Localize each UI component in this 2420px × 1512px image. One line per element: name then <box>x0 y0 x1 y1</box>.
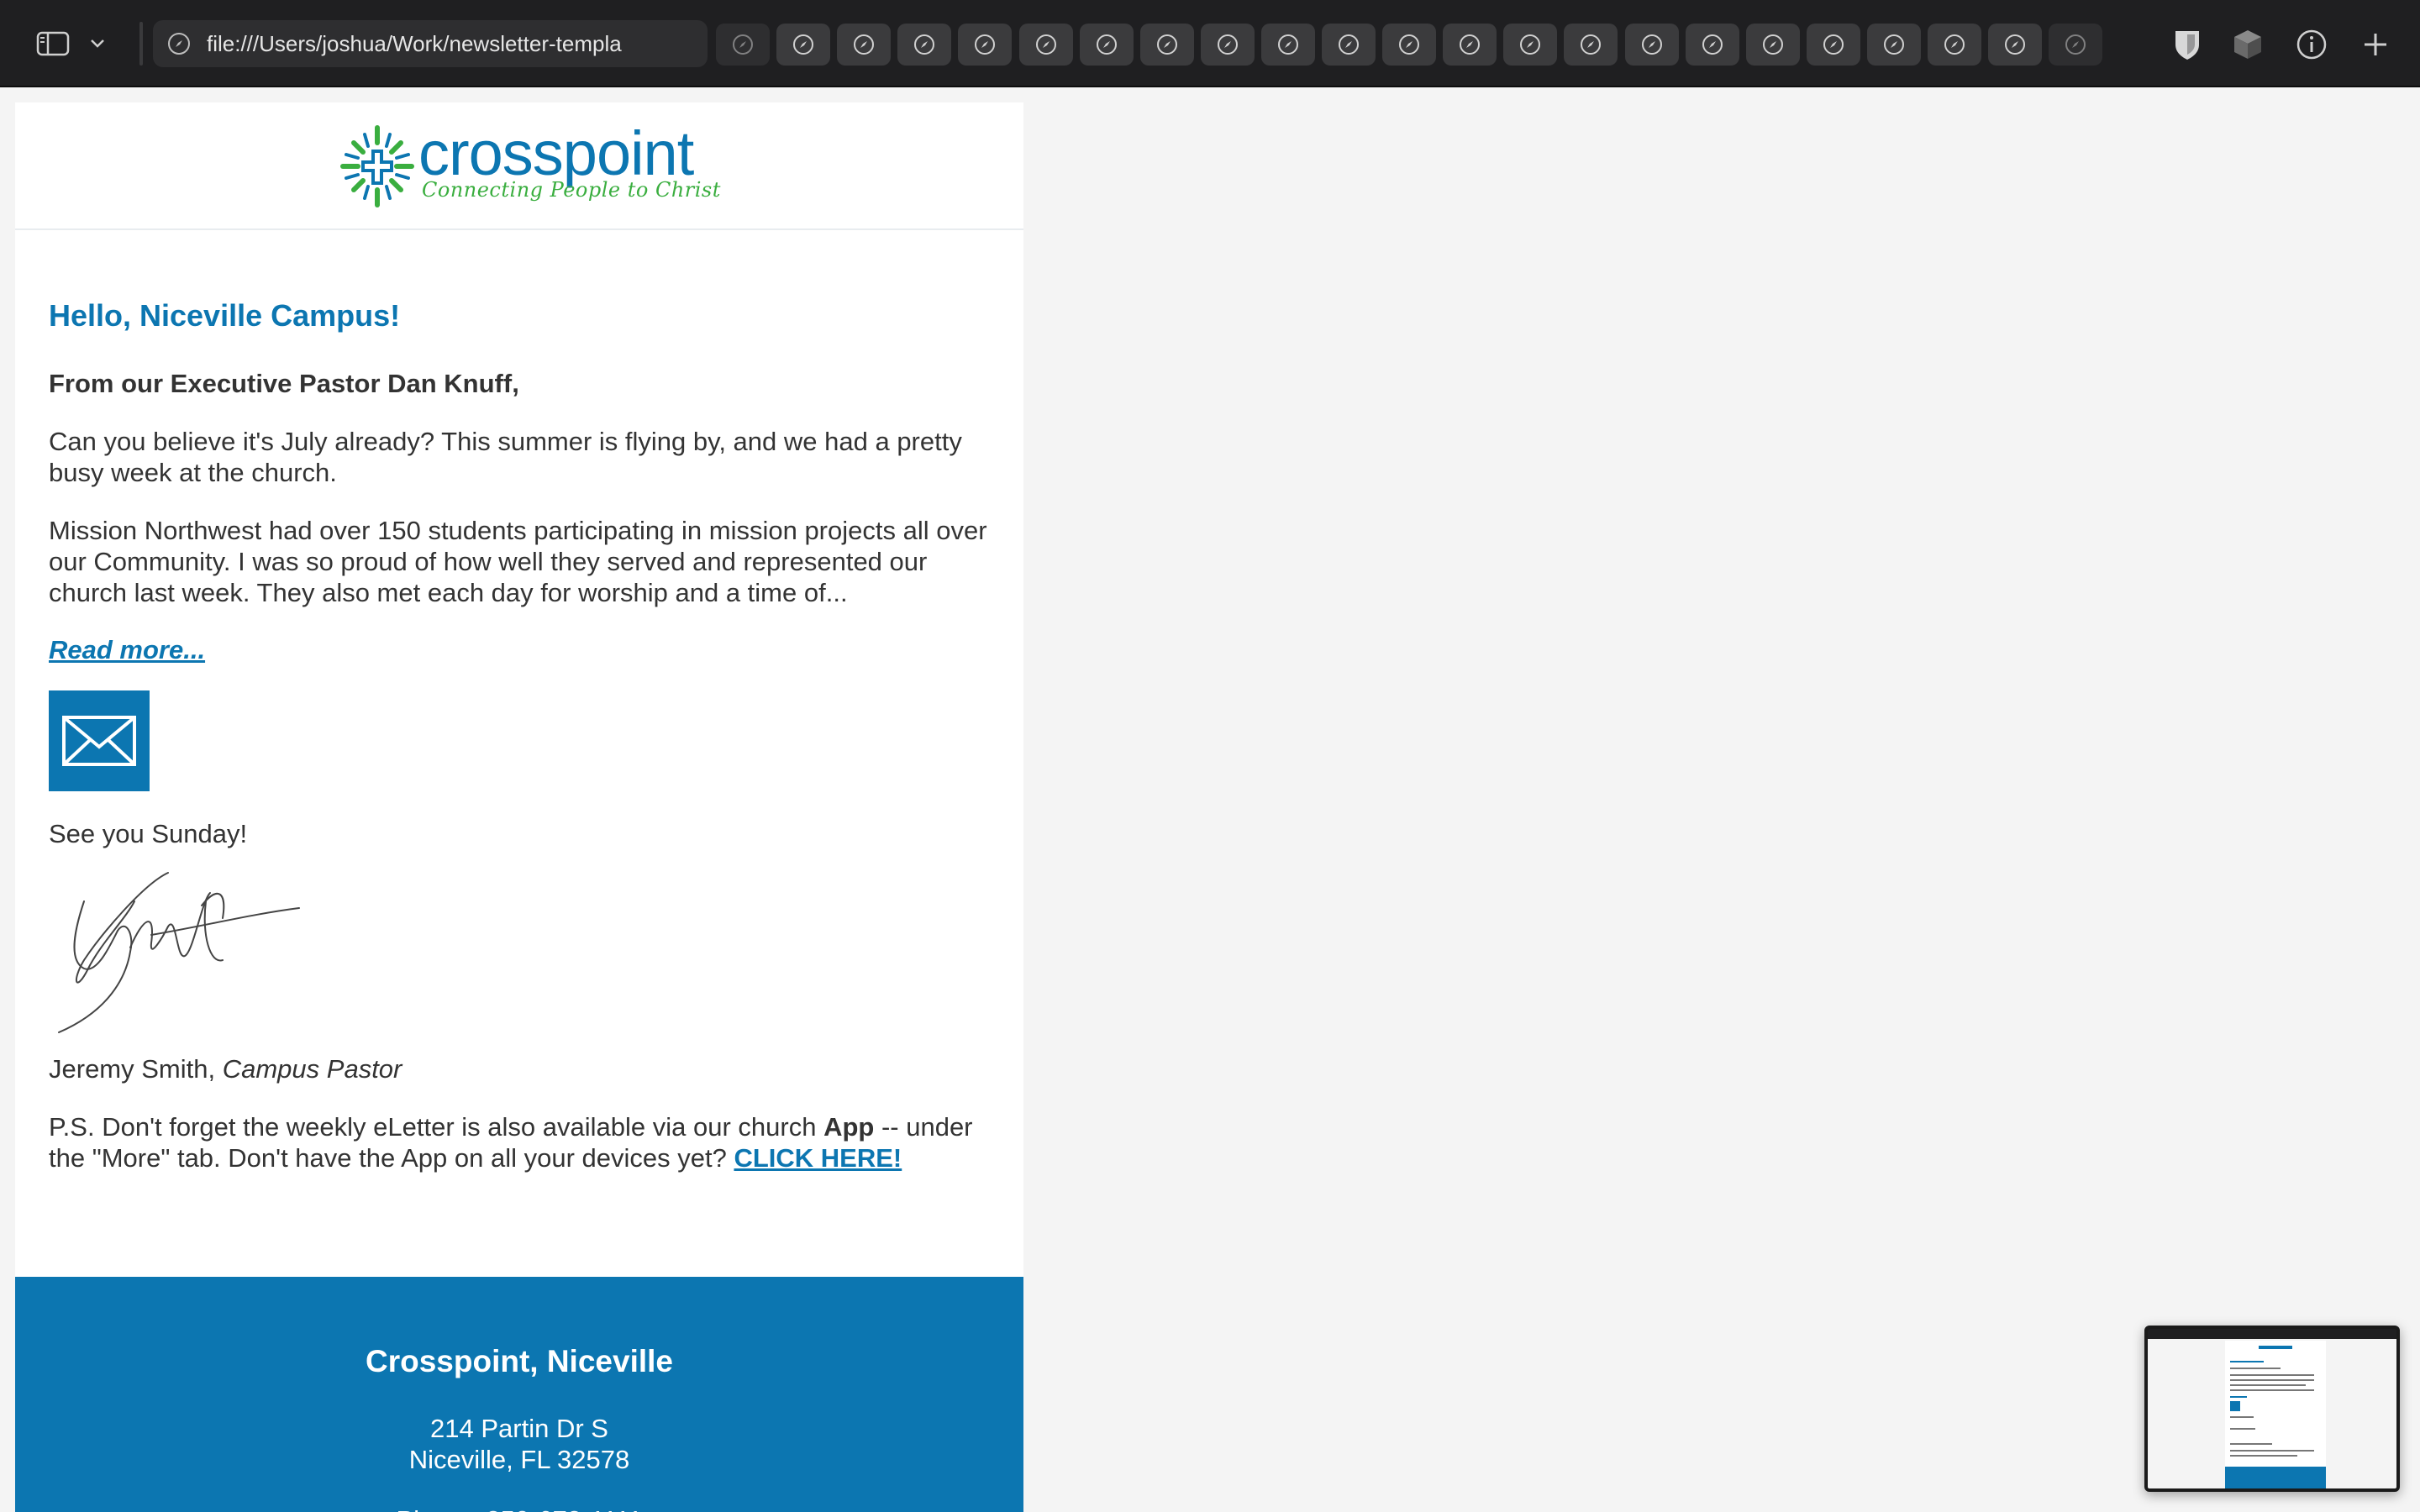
email-subscribe-button[interactable] <box>49 690 150 792</box>
logo-tagline: Connecting People to Christ <box>422 178 721 202</box>
compass-icon <box>1339 34 1359 55</box>
browser-tab[interactable] <box>1443 24 1497 66</box>
browser-tab[interactable] <box>1867 24 1921 66</box>
email-footer: Crosspoint, Niceville 214 Partin Dr S Ni… <box>15 1277 1023 1512</box>
newsletter-email: crosspoint Connecting People to Christ H… <box>15 102 1023 1512</box>
compass-icon <box>1460 34 1480 55</box>
compass-icon <box>1944 34 1965 55</box>
new-tab-button[interactable] <box>2354 24 2396 66</box>
url-text: file:///Users/joshua/Work/newsletter-tem… <box>207 30 622 56</box>
compass-icon <box>914 34 934 55</box>
compass-icon <box>1884 34 1904 55</box>
signature-image <box>58 872 300 1034</box>
footer-city: Niceville, FL 32578 <box>408 1445 630 1474</box>
ps-text-start: P.S. Don't forget the weekly eLetter is … <box>49 1112 824 1142</box>
screenshot-thumbnail[interactable] <box>2144 1326 2400 1492</box>
browser-tab[interactable] <box>1019 24 1073 66</box>
thumbnail-email <box>2225 1341 2326 1488</box>
browser-tab[interactable] <box>1625 24 1679 66</box>
browser-tab[interactable] <box>776 24 830 66</box>
browser-tab[interactable] <box>1807 24 1860 66</box>
footer-address: 214 Partin Dr S Niceville, FL 32578 <box>15 1413 1023 1475</box>
signer-name: Jeremy Smith, <box>49 1054 216 1084</box>
paragraph-intro: Can you believe it's July already? This … <box>49 427 962 488</box>
tab-group-dropdown-button[interactable] <box>84 25 111 62</box>
footer-phone: Phone: 850-678-1111 <box>15 1505 1023 1512</box>
closing-line: See you Sunday! <box>49 819 248 849</box>
sidebar-icon <box>36 31 70 56</box>
paragraph-mission: Mission Northwest had over 150 students … <box>49 516 987 608</box>
compass-icon <box>1157 34 1177 55</box>
browser-tab[interactable] <box>1201 24 1255 66</box>
signer-line: Jeremy Smith, Campus Pastor <box>49 1053 990 1084</box>
compass-icon <box>1097 34 1117 55</box>
browser-tab[interactable] <box>1564 24 1618 66</box>
browser-tab[interactable] <box>1988 24 2042 66</box>
footer-campus-name: Crosspoint, Niceville <box>366 1344 673 1378</box>
thumbnail-page <box>2148 1339 2396 1488</box>
shield-icon <box>2175 31 2199 60</box>
browser-tab[interactable] <box>1140 24 1194 66</box>
browser-tab[interactable] <box>1261 24 1315 66</box>
compass-icon <box>1702 34 1723 55</box>
browser-tab[interactable] <box>897 24 951 66</box>
from-line: From our Executive Pastor Dan Knuff, <box>49 369 519 399</box>
click-here-link[interactable]: CLICK HERE! <box>734 1143 902 1173</box>
browser-tab[interactable] <box>716 24 770 66</box>
toolbar-divider <box>139 22 143 66</box>
compass-icon <box>2005 34 2025 55</box>
compass-icon <box>975 34 995 55</box>
info-icon <box>2296 29 2327 60</box>
compass-icon <box>1642 34 1662 55</box>
page-info-button[interactable] <box>2291 24 2333 66</box>
password-manager-button[interactable] <box>2166 24 2208 66</box>
browser-tab[interactable] <box>1503 24 1557 66</box>
compass-icon <box>854 34 874 55</box>
box-icon <box>2234 30 2261 59</box>
plus-icon <box>2365 34 2386 55</box>
extension-button[interactable] <box>2227 24 2269 66</box>
read-more-link[interactable]: Read more... <box>49 635 205 665</box>
compass-icon <box>1278 34 1298 55</box>
browser-tab[interactable] <box>1928 24 1981 66</box>
browser-tab[interactable] <box>1322 24 1376 66</box>
compass-icon <box>1218 34 1238 55</box>
email-body: Hello, Niceville Campus! From our Execut… <box>49 297 990 1173</box>
chevron-down-icon <box>91 39 104 48</box>
compass-icon <box>1520 34 1540 55</box>
greeting-heading: Hello, Niceville Campus! <box>49 298 401 333</box>
compass-icon <box>1581 34 1601 55</box>
compass-icon <box>2065 34 2086 55</box>
compass-icon <box>168 33 190 55</box>
signer-title: Campus Pastor <box>222 1054 402 1084</box>
postscript: P.S. Don't forget the weekly eLetter is … <box>49 1111 990 1173</box>
browser-tab[interactable] <box>1746 24 1800 66</box>
compass-icon <box>733 34 753 55</box>
address-bar[interactable]: file:///Users/joshua/Work/newsletter-tem… <box>153 20 708 67</box>
compass-icon <box>1036 34 1056 55</box>
compass-icon <box>1763 34 1783 55</box>
browser-tab[interactable] <box>1080 24 1134 66</box>
footer-street: 214 Partin Dr S <box>430 1414 608 1443</box>
ps-app-word: App <box>823 1112 875 1142</box>
browser-tab[interactable] <box>1382 24 1436 66</box>
sidebar-toggle-button[interactable] <box>30 25 76 62</box>
browser-toolbar: file:///Users/joshua/Work/newsletter-tem… <box>0 0 2420 87</box>
email-header: crosspoint Connecting People to Christ <box>15 102 1023 230</box>
compass-icon <box>1399 34 1419 55</box>
thumbnail-toolbar <box>2148 1329 2396 1339</box>
envelope-icon <box>62 716 136 767</box>
browser-tab[interactable] <box>2049 24 2102 66</box>
compass-icon <box>793 34 813 55</box>
browser-tab[interactable] <box>958 24 1012 66</box>
compass-icon <box>1823 34 1844 55</box>
browser-tab[interactable] <box>837 24 891 66</box>
cross-burst-icon <box>340 125 414 207</box>
crosspoint-logo[interactable]: crosspoint Connecting People to Christ <box>339 118 720 215</box>
browser-tab[interactable] <box>1686 24 1739 66</box>
